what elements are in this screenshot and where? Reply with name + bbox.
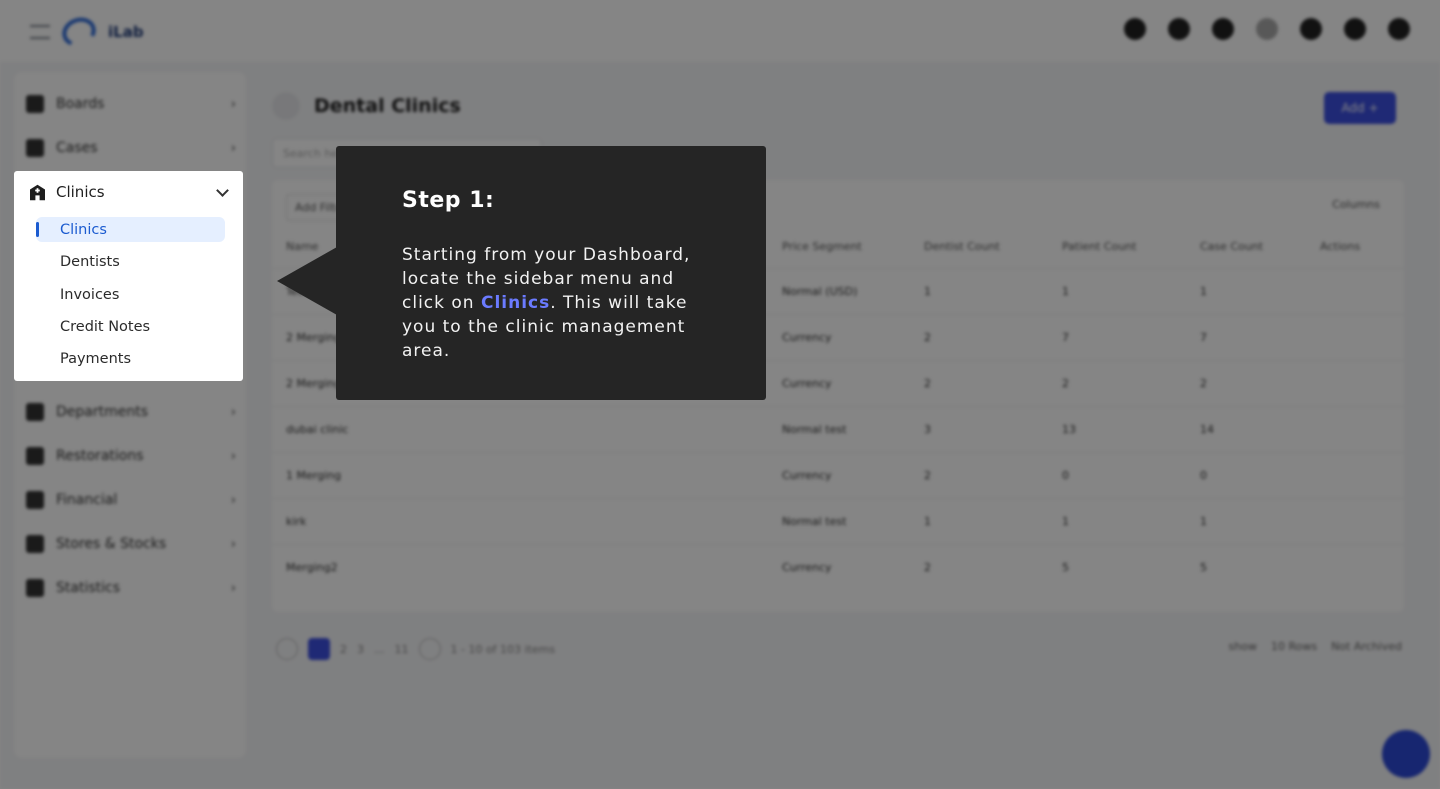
submenu-item-label: Dentists: [60, 253, 120, 270]
submenu-item-label: Invoices: [60, 286, 120, 303]
submenu-item-clinics[interactable]: Clinics: [36, 217, 225, 242]
sidebar-item-clinics[interactable]: Clinics: [29, 181, 233, 203]
submenu-item-label: Clinics: [60, 221, 107, 238]
submenu-item-invoices[interactable]: Invoices: [36, 282, 225, 307]
submenu-item-label: Credit Notes: [60, 318, 151, 335]
tutorial-tooltip: Step 1: Starting from your Dashboard, lo…: [336, 146, 766, 400]
clinic-building-icon: [30, 184, 45, 200]
sidebar-group-label: Clinics: [56, 183, 105, 201]
chevron-down-icon[interactable]: [216, 183, 229, 197]
tooltip-arrow: [277, 247, 337, 315]
tooltip-clinics-link[interactable]: Clinics: [481, 293, 550, 313]
submenu-item-dentists[interactable]: Dentists: [36, 249, 225, 274]
submenu-item-payments[interactable]: Payments: [36, 346, 225, 371]
clinics-menu-highlight: Clinics Clinics Dentists Invoices Credit…: [14, 171, 243, 381]
submenu-item-credit-notes[interactable]: Credit Notes: [36, 314, 225, 339]
tooltip-body: Starting from your Dashboard, locate the…: [402, 243, 700, 363]
tooltip-title: Step 1:: [402, 188, 495, 213]
submenu-item-label: Payments: [60, 350, 132, 367]
